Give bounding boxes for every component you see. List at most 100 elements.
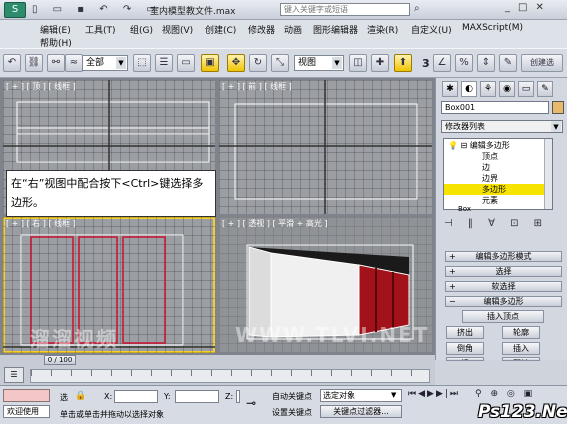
x-coord-field[interactable]	[114, 390, 158, 403]
window-crossing-icon[interactable]: ▣	[201, 54, 219, 72]
spinner-snap-icon[interactable]: ⇕	[477, 54, 495, 72]
ref-coord-value: 视图	[298, 58, 317, 68]
set-key-button[interactable]: 设置关键点	[272, 407, 312, 418]
menu-views[interactable]: 视图(V)	[162, 23, 193, 36]
object-name-field[interactable]: Box001	[441, 101, 549, 114]
maxscript-mini-listener[interactable]	[3, 389, 50, 402]
viewport-front[interactable]: [ + ] [ 前 ] [ 线框 ]	[219, 80, 432, 214]
rect-selection-icon[interactable]: ▭	[177, 54, 195, 72]
flip-button[interactable]: 翻转	[502, 357, 540, 361]
edit-named-sets-icon[interactable]: ✎	[499, 54, 517, 72]
timeline-ruler[interactable]	[30, 369, 430, 383]
menu-customize[interactable]: 自定义(U)	[411, 23, 452, 36]
y-coord-label: Y:	[164, 392, 171, 401]
display-tab-icon[interactable]: ▭	[518, 81, 534, 97]
create-tab-icon[interactable]: ✱	[442, 81, 458, 97]
snap-toggle-icon[interactable]: 3	[422, 57, 430, 70]
menu-edit[interactable]: 编辑(E)	[40, 23, 71, 36]
rollout-soft-selection[interactable]: + 软选择	[445, 281, 562, 292]
menu-tools[interactable]: 工具(T)	[85, 23, 116, 36]
lock-selection-icon[interactable]: 🔒	[75, 391, 86, 401]
search-icon[interactable]: ⌕	[414, 3, 420, 14]
menu-animation[interactable]: 动画	[284, 23, 302, 36]
box-wireframe-front	[219, 80, 432, 214]
search-field[interactable]: 键入关键字或短语	[280, 3, 410, 16]
insert-vertex-button[interactable]: 插入顶点	[462, 310, 544, 323]
y-coord-field[interactable]	[175, 390, 219, 403]
viewport-label: [ + ] [ 右 ] [ 线框 ]	[6, 219, 76, 228]
bridge-button[interactable]: 桥	[446, 357, 484, 361]
utilities-tab-icon[interactable]: ✎	[537, 81, 553, 97]
rollout-selection[interactable]: + 选择	[445, 266, 562, 277]
undo-icon[interactable]: ↶	[3, 54, 21, 72]
link-icon[interactable]: ⛓	[25, 54, 43, 72]
modify-tab-icon[interactable]: ◐	[461, 81, 477, 97]
modifier-stack[interactable]: 💡 ⊟ 编辑多边形 顶点 边 边界 多边形 元素 Box	[443, 138, 553, 211]
keyboard-shortcut-icon[interactable]: ⬆	[394, 54, 412, 72]
menu-create[interactable]: 创建(C)	[205, 23, 236, 36]
quick-access-icons[interactable]: ▯ ▭ ▪ ↶ ↷ ▭	[32, 4, 162, 15]
playback-controls[interactable]: ⏮◀▶▶|⏭	[408, 389, 470, 403]
select-object-icon[interactable]: ⬚	[133, 54, 151, 72]
track-bar-toggle-icon[interactable]: ☰	[4, 367, 24, 383]
percent-snap-icon[interactable]: %	[455, 54, 473, 72]
unlink-icon[interactable]: ⚯	[47, 54, 65, 72]
watermark-center: WWW.TLVI.NET	[235, 323, 430, 347]
menu-graph-editors[interactable]: 图形编辑器	[313, 23, 358, 36]
stack-item[interactable]: 💡 ⊟ 编辑多边形	[444, 140, 552, 151]
rollout-edit-poly-mode[interactable]: + 编辑多边形模式	[445, 251, 562, 262]
app-logo-icon[interactable]: S	[4, 2, 26, 18]
pivot-center-icon[interactable]: ◫	[349, 54, 367, 72]
stack-item[interactable]: 边	[444, 162, 552, 173]
bevel-button[interactable]: 倒角	[446, 342, 484, 355]
hierarchy-tab-icon[interactable]: ⚘	[480, 81, 496, 97]
prompt-text: 单击或单击并拖动以选择对象	[60, 410, 164, 419]
select-by-name-icon[interactable]: ☰	[155, 54, 173, 72]
rollout-edit-polygons[interactable]: − 编辑多边形	[445, 296, 562, 307]
key-mode-dropdown[interactable]: 选定对象 ▼	[320, 389, 402, 402]
angle-snap-icon[interactable]: ∠	[433, 54, 451, 72]
ref-coord-dropdown[interactable]: 视图 ▼	[294, 55, 344, 71]
z-coord-field[interactable]	[236, 390, 240, 403]
nav-controls-icons[interactable]: ⚲ ⊕ ◎ ▣	[475, 389, 565, 403]
stack-tools-icons[interactable]: ⊣ ‖ ∀ ⊡ ⊞	[444, 218, 548, 229]
stack-item[interactable]: 元素	[444, 195, 552, 206]
stack-scrollbar[interactable]	[544, 139, 552, 209]
menu-rendering[interactable]: 渲染(R)	[367, 23, 398, 36]
auto-key-button[interactable]: 自动关键点	[272, 391, 312, 402]
viewport-label: [ + ] [ 前 ] [ 线框 ]	[222, 82, 292, 91]
stack-item[interactable]: Box	[444, 206, 552, 211]
extrude-button[interactable]: 挤出	[446, 326, 484, 339]
menu-maxscript[interactable]: MAXScript(M)	[462, 23, 523, 33]
stack-item[interactable]: 顶点	[444, 151, 552, 162]
named-selection-icon[interactable]: 创建选	[521, 54, 563, 72]
select-move-icon[interactable]: ✥	[227, 54, 245, 72]
welcome-label: 欢迎使用	[3, 405, 50, 418]
key-icon[interactable]: ⊸	[246, 396, 256, 410]
time-slider-thumb[interactable]: 0 / 100	[44, 355, 76, 365]
time-slider[interactable]: 0 / 100 ☰	[0, 355, 435, 385]
chevron-down-icon: ▼	[116, 57, 126, 69]
stack-item[interactable]: 边界	[444, 173, 552, 184]
outline-button[interactable]: 轮廓	[502, 326, 540, 339]
chevron-down-icon: ▼	[391, 391, 397, 399]
menu-modifiers[interactable]: 修改器	[248, 23, 275, 36]
title-bar: S ▯ ▭ ▪ ↶ ↷ ▭ 室内模型教文件.max 键入关键字或短语 ⌕ _□✕	[0, 0, 567, 20]
key-filters-label: 关键点过滤器...	[333, 407, 389, 416]
bind-space-warp-icon[interactable]: ≈	[65, 54, 83, 72]
select-manipulate-icon[interactable]: ✚	[371, 54, 389, 72]
inset-button[interactable]: 插入	[502, 342, 540, 355]
chevron-down-icon: ▼	[332, 57, 342, 69]
select-scale-icon[interactable]: ⤡	[271, 54, 289, 72]
x-coord-label: X:	[104, 392, 113, 401]
motion-tab-icon[interactable]: ◉	[499, 81, 515, 97]
modifier-list-dropdown[interactable]: 修改器列表 ▼	[441, 120, 563, 133]
key-filters-button[interactable]: 关键点过滤器...	[320, 405, 402, 418]
select-rotate-icon[interactable]: ↻	[249, 54, 267, 72]
z-coord-label: Z:	[225, 392, 234, 401]
object-color-swatch[interactable]	[552, 101, 564, 114]
selection-filter-dropdown[interactable]: 全部 ▼	[82, 55, 128, 71]
stack-item-selected[interactable]: 多边形	[444, 184, 552, 195]
menu-group[interactable]: 组(G)	[130, 23, 153, 36]
window-controls[interactable]: _□✕	[505, 2, 563, 17]
